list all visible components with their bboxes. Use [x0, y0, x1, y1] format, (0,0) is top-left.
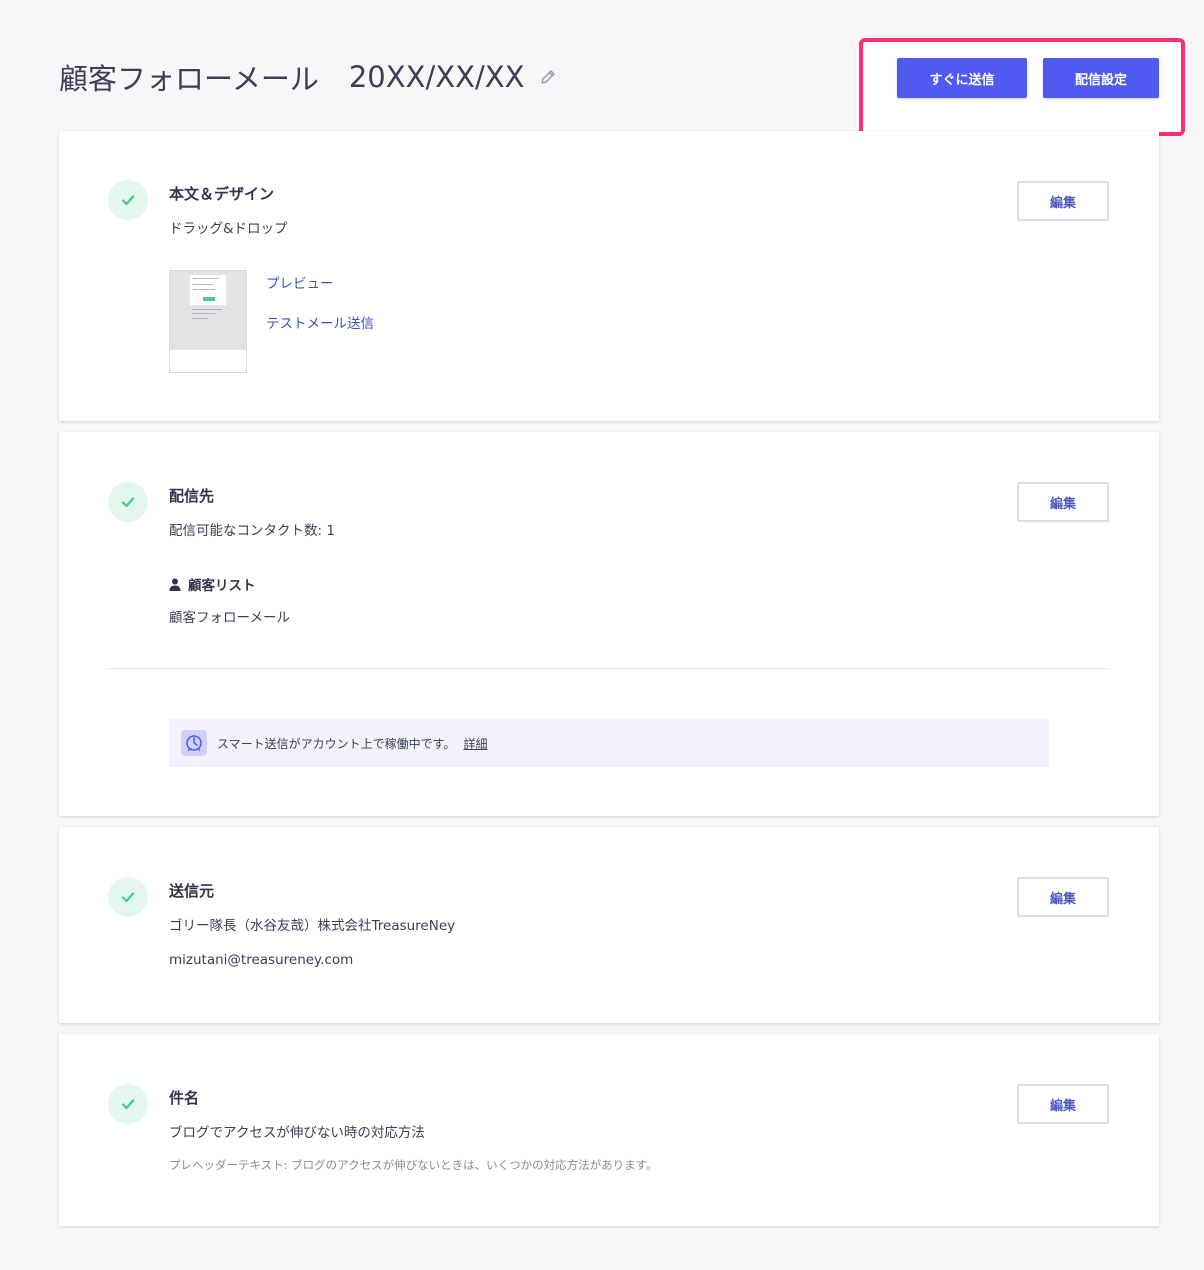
- section-title: 本文＆デザイン: [169, 185, 275, 203]
- list-name: 顧客フォローメール: [169, 610, 290, 626]
- campaign-date: 20XX/XX/XX: [348, 60, 525, 94]
- content-design-card: 本文＆デザイン ドラッグ&ドロップ プレビュー テストメール送信 編集: [59, 131, 1159, 421]
- person-icon: [169, 578, 181, 591]
- subject-text: ブログでアクセスが伸びない時の対応方法: [169, 1125, 425, 1141]
- recipients-card: 配信先 配信可能なコンタクト数: 1 顧客リスト 顧客フォローメール スマート送…: [59, 432, 1159, 816]
- pencil-icon[interactable]: [539, 68, 557, 86]
- editor-type: ドラッグ&ドロップ: [169, 221, 288, 237]
- check-icon: [108, 482, 148, 522]
- subject-card: 件名 ブログでアクセスが伸びない時の対応方法 プレヘッダーテキスト: ブログのア…: [59, 1034, 1159, 1226]
- edit-recipients-button[interactable]: 編集: [1017, 482, 1109, 522]
- contact-count: 配信可能なコンタクト数: 1: [169, 523, 335, 539]
- list-heading: 顧客リスト: [169, 574, 256, 594]
- campaign-name: 顧客フォローメール: [59, 62, 319, 96]
- check-icon: [108, 180, 148, 220]
- sender-name: ゴリー隊長（水谷友哉）株式会社TreasureNey: [169, 918, 456, 934]
- email-thumbnail[interactable]: [169, 270, 247, 373]
- section-title: 送信元: [169, 882, 215, 900]
- notice-text: スマート送信がアカウント上で稼働中です。: [217, 736, 456, 751]
- section-title: 件名: [169, 1089, 200, 1107]
- details-link[interactable]: 詳細: [463, 735, 487, 752]
- section-title: 配信先: [169, 487, 215, 505]
- delivery-settings-button[interactable]: 配信設定: [1043, 58, 1159, 98]
- edit-subject-button[interactable]: 編集: [1017, 1084, 1109, 1124]
- sender-card: 送信元 ゴリー隊長（水谷友哉）株式会社TreasureNey mizutani@…: [59, 827, 1159, 1023]
- preheader-text: プレヘッダーテキスト: ブログのアクセスが伸びないときは、いくつかの対応方法があ…: [169, 1158, 658, 1172]
- divider: [108, 668, 1108, 669]
- list-heading-label: 顧客リスト: [188, 578, 256, 594]
- send-now-button[interactable]: すぐに送信: [897, 58, 1027, 98]
- test-mail-link[interactable]: テストメール送信: [266, 312, 374, 332]
- page-title: 顧客フォローメール 20XX/XX/XX: [59, 56, 557, 98]
- check-icon: [108, 877, 148, 917]
- smart-send-notice: スマート送信がアカウント上で稼働中です。 詳細: [169, 719, 1049, 767]
- check-icon: [108, 1084, 148, 1124]
- edit-content-button[interactable]: 編集: [1017, 181, 1109, 221]
- edit-sender-button[interactable]: 編集: [1017, 877, 1109, 917]
- sender-email: mizutani@treasureney.com: [169, 952, 354, 968]
- smart-send-icon: [181, 730, 207, 756]
- preview-link[interactable]: プレビュー: [266, 272, 334, 292]
